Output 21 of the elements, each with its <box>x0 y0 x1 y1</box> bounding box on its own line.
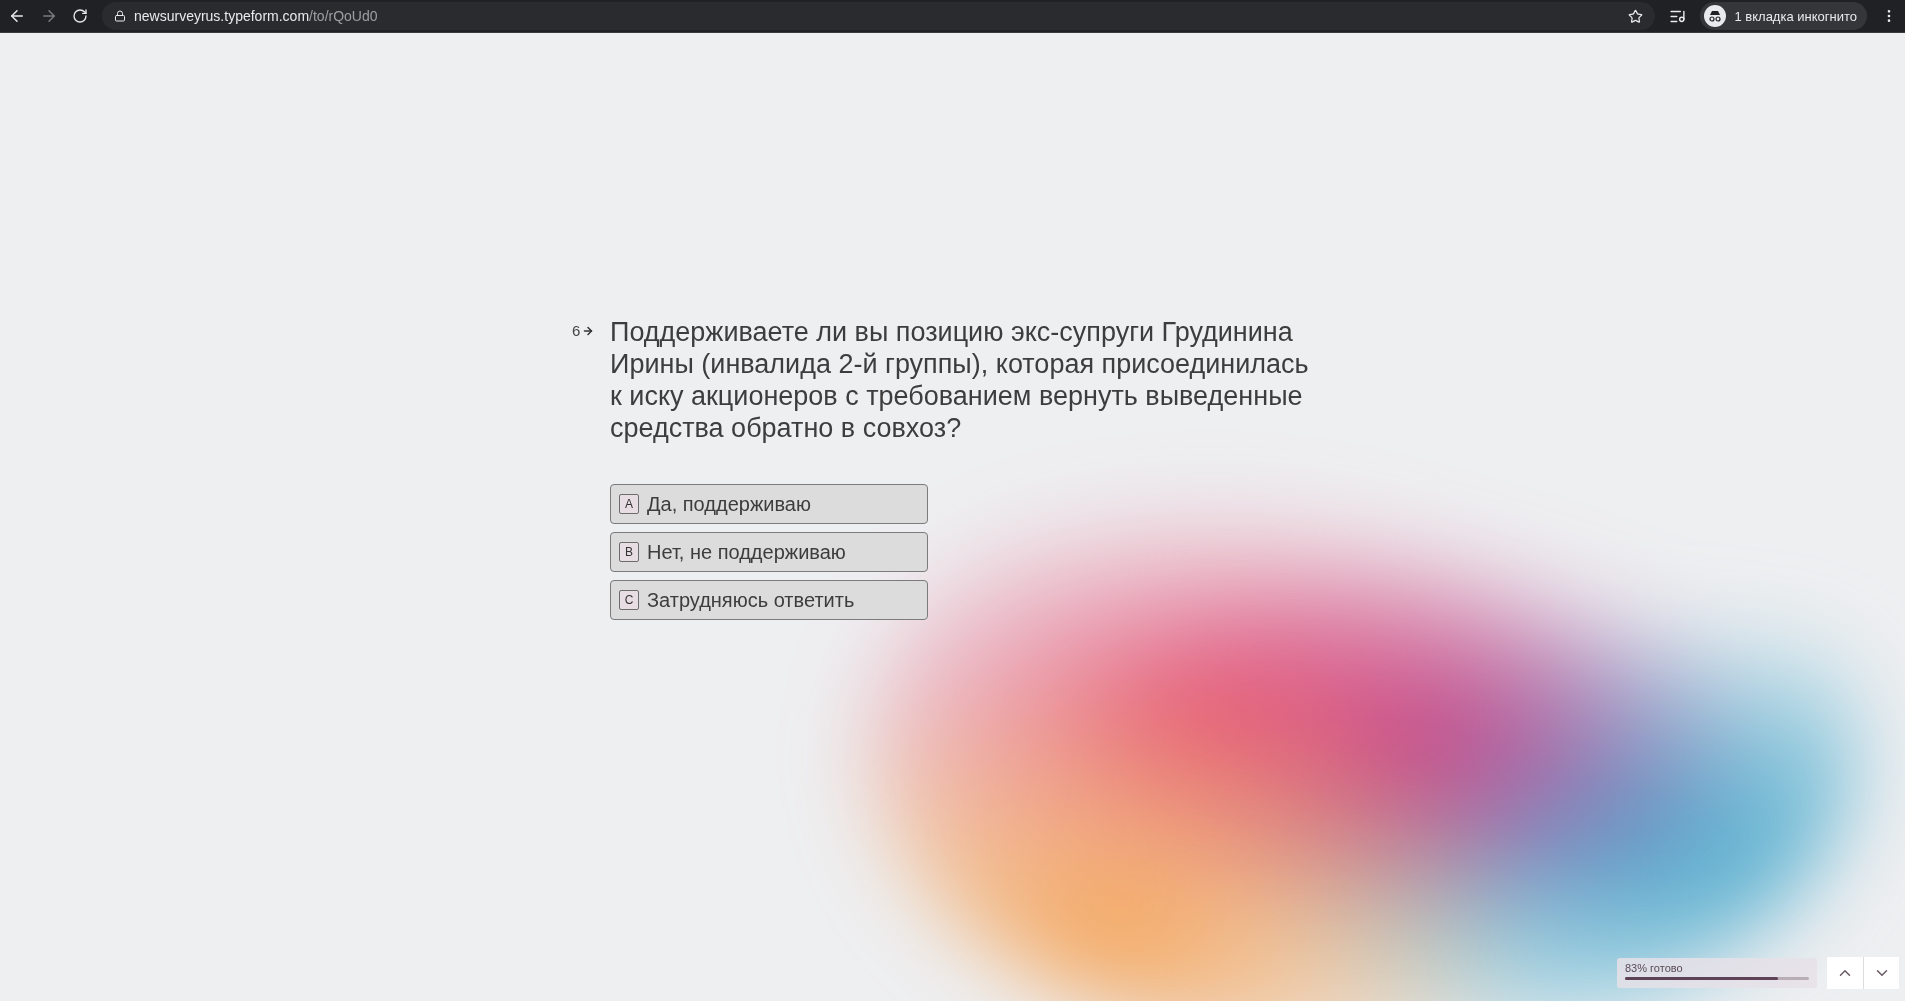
incognito-indicator[interactable]: 1 вкладка инкогнито <box>1700 2 1867 30</box>
option-key: A <box>619 494 639 514</box>
progress-label: 83% готово <box>1625 962 1684 974</box>
question-text: Поддерживаете ли вы позицию экс-супруги Грудинина Ирины (инвалида 2-й группы), которая присоединилась к иску акционеров с требованием вернуть выведенные средства обратно в совхоз? <box>610 316 1310 444</box>
option-key: C <box>619 590 639 610</box>
lock-icon <box>114 10 126 22</box>
question-number: 6 <box>572 322 581 339</box>
incognito-icon <box>1704 5 1727 27</box>
answer-option[interactable]: A Да, поддерживаю <box>610 484 928 524</box>
arrow-icon <box>582 324 595 337</box>
answer-option[interactable]: B Нет, не поддерживаю <box>610 532 928 572</box>
star-icon[interactable] <box>1628 8 1644 24</box>
option-key: B <box>619 542 639 562</box>
answer-option[interactable]: C Затрудняюсь ответить <box>610 580 928 620</box>
forward-icon[interactable] <box>40 7 58 25</box>
reload-icon[interactable] <box>72 8 88 24</box>
address-bar[interactable]: newsurveyrus.typeform.com/to/rQoUd0 <box>102 2 1656 30</box>
back-icon[interactable] <box>8 7 26 25</box>
url-host: newsurveyrus.typeform.com <box>134 8 310 24</box>
incognito-label: 1 вкладка инкогнито <box>1734 8 1857 24</box>
url-path: /to/rQoUd0 <box>309 8 378 24</box>
